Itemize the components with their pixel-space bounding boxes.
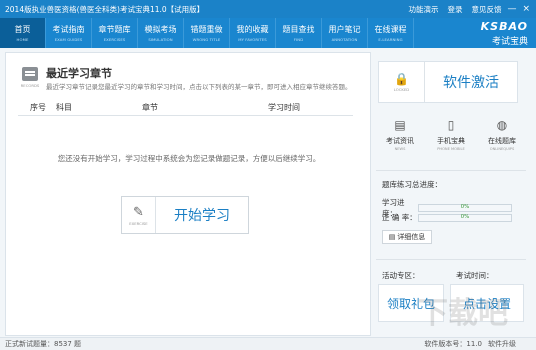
tab-label: 题目查找 <box>282 25 315 34</box>
divider <box>376 259 526 260</box>
tab-exam-guides[interactable]: 考试指南 EXAM GUIDES <box>46 18 92 48</box>
tab-simulation[interactable]: 模拟考场 SIMULATION <box>138 18 184 48</box>
right-sidebar: 🔒 LOCKED 软件激活 ▤ 考试资讯 NEWS ▯ 手机宝典 PHONE M… <box>376 52 531 336</box>
brand-logo: KSBAO 考试宝典 <box>481 18 536 48</box>
tab-label: 章节题库 <box>98 25 131 34</box>
quick-link-sublabel: ONLINEQUIPS <box>489 147 515 151</box>
status-bar: 正式新试题量：8537 题 软件版本号：11.0 软件升级 <box>0 337 536 350</box>
feature-demo-link[interactable]: 功能演示 <box>408 4 438 15</box>
accuracy-row: 正 确 率： 0% <box>382 212 522 223</box>
quick-link-label: 考试资讯 <box>386 137 414 145</box>
activate-label: 软件激活 <box>443 75 499 91</box>
tab-sublabel: E-LEARNING <box>378 37 403 42</box>
details-label: 详细信息 <box>397 233 426 241</box>
activate-software-button[interactable]: 🔒 LOCKED 软件激活 <box>378 61 518 103</box>
tab-sublabel: MY FAVORITES <box>238 37 267 42</box>
recent-study-panel: RECORDS 最近学习章节 最近学习章节记录您最近学习的章节和学习时间，点击以… <box>5 52 371 336</box>
start-study-label: 开始学习 <box>174 208 230 224</box>
tab-home[interactable]: 首页 HOME <box>0 18 46 48</box>
main-nav: 首页 HOME 考试指南 EXAM GUIDES 章节题库 EXERCISES 模拟考… <box>0 18 536 48</box>
tab-sublabel: HOME <box>16 37 29 42</box>
tab-exercises[interactable]: 章节题库 EXERCISES <box>92 18 138 48</box>
tab-favorites[interactable]: 我的收藏 MY FAVORITES <box>230 18 276 48</box>
column-header-index: 序号 <box>30 103 46 112</box>
brand-name-en: KSBAO <box>480 19 528 33</box>
accuracy-value: 0% <box>460 213 470 220</box>
info-icon: ▤ <box>388 233 396 241</box>
exercise-icon: ✎ EXERCISE <box>122 197 156 233</box>
online-question-bank-link[interactable]: ◍ 在线题库 ONLINEQUIPS <box>478 118 526 158</box>
divider <box>376 170 526 171</box>
empty-state-message: 您还没有开始学习，学习过程中系统会为您记录做题记录，方便以后继续学习。 <box>57 154 321 163</box>
tab-sublabel: ANNOTATION <box>331 37 358 42</box>
details-button[interactable]: ▤ 详细信息 <box>382 230 432 244</box>
tab-sublabel: WRONG TITLE <box>192 37 221 42</box>
title-bar: 2014版执业兽医资格(兽医全科类)考试宝典11.0【试用版】 功能演示 登录 … <box>0 0 536 18</box>
progress-title: 题库练习总进度： <box>382 180 442 189</box>
quick-link-label: 手机宝典 <box>437 137 465 145</box>
accuracy-bar: 0% <box>418 213 512 222</box>
quick-link-sublabel: PHONE MOBILE <box>437 147 465 151</box>
question-count: 正式新试题量：8537 题 <box>5 340 82 348</box>
close-button[interactable]: × <box>522 4 530 14</box>
tab-sublabel: EXERCISES <box>103 37 126 42</box>
tab-label: 模拟考场 <box>144 25 177 34</box>
lock-icon: 🔒 LOCKED <box>379 62 425 102</box>
exam-time-label: 考试时间： <box>456 271 494 280</box>
tab-label: 错题重做 <box>190 25 223 34</box>
tab-label: 我的收藏 <box>236 25 269 34</box>
lock-icon-caption: LOCKED <box>393 87 410 92</box>
section-title: 最近学习章节 <box>46 67 112 80</box>
tab-label: 首页 <box>14 25 31 34</box>
column-header-study-time: 学习时间 <box>268 103 300 112</box>
activity-label: 活动专区： <box>382 271 420 280</box>
quick-link-label: 在线题库 <box>488 137 516 145</box>
document-icon: ▤ <box>394 118 406 132</box>
table-header: 序号 科目 章节 学习时间 <box>18 100 353 116</box>
records-icon: RECORDS <box>18 65 42 89</box>
brand-name-cn: 考试宝典 <box>491 36 528 47</box>
tab-label: 考试指南 <box>52 25 85 34</box>
feedback-link[interactable]: 意见反馈 <box>471 4 501 15</box>
tab-notes[interactable]: 用户笔记 ANNOTATION <box>322 18 368 48</box>
tab-label: 在线课程 <box>374 25 407 34</box>
study-progress-value: 0% <box>460 204 470 210</box>
section-description: 最近学习章节记录您最近学习的章节和学习时间，点击以下列表的某一章节，即可进入相应… <box>46 83 352 91</box>
accuracy-label: 正 确 率： <box>382 213 417 222</box>
study-progress-bar: 0% <box>418 204 512 212</box>
window-buttons: — × <box>507 4 536 14</box>
window-title: 2014版执业兽医资格(兽医全科类)考试宝典11.0【试用版】 <box>5 4 205 14</box>
quick-link-sublabel: NEWS <box>394 147 406 151</box>
tab-sublabel: SIMULATION <box>148 37 173 42</box>
upgrade-link[interactable]: 软件升级 <box>488 339 516 349</box>
quick-links: ▤ 考试资讯 NEWS ▯ 手机宝典 PHONE MOBILE ◍ 在线题库 O… <box>376 118 526 158</box>
records-icon-caption: RECORDS <box>20 83 40 88</box>
phone-icon: ▯ <box>447 118 455 132</box>
tab-sublabel: FIND <box>293 37 304 42</box>
set-exam-time-button[interactable]: 点击设置 <box>450 284 524 322</box>
globe-icon: ◍ <box>496 118 508 132</box>
minimize-button[interactable]: — <box>507 4 516 14</box>
exam-news-link[interactable]: ▤ 考试资讯 NEWS <box>376 118 424 158</box>
claim-gift-button[interactable]: 领取礼包 <box>378 284 444 322</box>
tab-sublabel: EXAM GUIDES <box>54 37 83 42</box>
exercise-icon-caption: EXERCISE <box>129 220 148 226</box>
tab-wrong-questions[interactable]: 错题重做 WRONG TITLE <box>184 18 230 48</box>
tab-label: 用户笔记 <box>328 25 361 34</box>
mobile-app-link[interactable]: ▯ 手机宝典 PHONE MOBILE <box>427 118 475 158</box>
tab-e-learning[interactable]: 在线课程 E-LEARNING <box>368 18 414 48</box>
tab-find[interactable]: 题目查找 FIND <box>276 18 322 48</box>
start-study-button[interactable]: ✎ EXERCISE 开始学习 <box>121 196 249 234</box>
login-link[interactable]: 登录 <box>447 4 462 15</box>
column-header-subject: 科目 <box>56 103 72 112</box>
version-label: 软件版本号：11.0 <box>424 340 482 348</box>
column-header-chapter: 章节 <box>142 103 158 112</box>
top-links: 功能演示 登录 意见反馈 <box>408 4 507 15</box>
